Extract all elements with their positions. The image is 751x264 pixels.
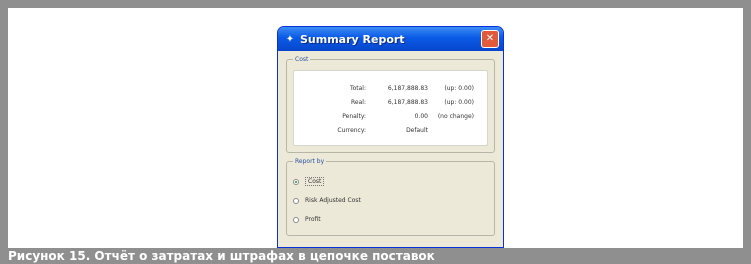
radio-button[interactable] xyxy=(293,178,299,185)
total-value: 6,187,888.83 xyxy=(387,84,428,92)
cost-row-total: Total: 6,187,888.83 (up: 0.00) xyxy=(298,81,483,95)
radio-label: Profit xyxy=(305,216,321,223)
cost-summary-box: Total: 6,187,888.83 (up: 0.00) Real: 6,1… xyxy=(293,70,488,146)
cost-row-currency: Currency: Default xyxy=(298,123,483,137)
dialog-title: Summary Report xyxy=(300,32,405,46)
penalty-label: Penalty: xyxy=(342,112,366,120)
close-button[interactable]: ✕ xyxy=(481,30,499,48)
radio-option-risk-adjusted-cost[interactable]: Risk Adjusted Cost xyxy=(293,191,488,210)
caption-bar: Рисунок 15. Отчёт о затратах и штрафах в… xyxy=(0,248,751,264)
penalty-change: (no change) xyxy=(437,112,474,120)
radio-button[interactable] xyxy=(293,197,299,204)
radio-label: Risk Adjusted Cost xyxy=(305,197,361,204)
total-label: Total: xyxy=(349,84,366,92)
close-icon: ✕ xyxy=(485,33,495,44)
radio-option-profit[interactable]: Profit xyxy=(293,210,488,229)
dialog-content: Cost Total: 6,187,888.83 (up: 0.00) Real… xyxy=(278,51,503,236)
dialog-titlebar[interactable]: ✦ Summary Report ✕ xyxy=(278,27,503,51)
report-by-group: Report by Cost Risk Adjusted Cost Profit xyxy=(286,158,495,236)
app-icon: ✦ xyxy=(285,33,295,45)
total-change: (up: 0.00) xyxy=(444,84,474,92)
penalty-value: 0.00 xyxy=(414,112,428,120)
real-change: (up: 0.00) xyxy=(444,98,474,106)
radio-label: Cost xyxy=(305,177,325,186)
radio-button[interactable] xyxy=(293,216,299,223)
summary-report-dialog: ✦ Summary Report ✕ Cost Total: 6,187,888… xyxy=(277,26,504,248)
radio-option-cost[interactable]: Cost xyxy=(293,172,488,191)
report-by-label: Report by xyxy=(293,158,327,165)
real-value: 6,187,888.83 xyxy=(387,98,428,106)
currency-value: Default xyxy=(406,126,428,134)
figure-caption: Рисунок 15. Отчёт о затратах и штрафах в… xyxy=(8,249,435,263)
real-label: Real: xyxy=(351,98,366,106)
currency-label: Currency: xyxy=(337,126,366,134)
cost-row-penalty: Penalty: 0.00 (no change) xyxy=(298,109,483,123)
cost-row-real: Real: 6,187,888.83 (up: 0.00) xyxy=(298,95,483,109)
cost-group: Cost Total: 6,187,888.83 (up: 0.00) Real… xyxy=(286,56,495,153)
cost-group-label: Cost xyxy=(293,56,311,63)
